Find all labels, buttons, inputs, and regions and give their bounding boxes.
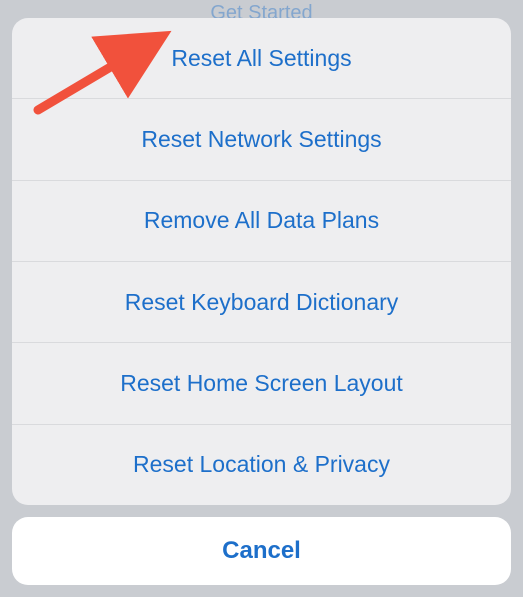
option-label: Reset All Settings [171,45,351,72]
reset-options-list: Reset All Settings Reset Network Setting… [12,18,511,505]
option-reset-all-settings[interactable]: Reset All Settings [12,18,511,99]
option-reset-keyboard-dictionary[interactable]: Reset Keyboard Dictionary [12,262,511,343]
cancel-button[interactable]: Cancel [12,517,511,585]
option-reset-home-screen-layout[interactable]: Reset Home Screen Layout [12,343,511,424]
option-label: Reset Location & Privacy [133,451,390,478]
option-label: Reset Home Screen Layout [120,370,403,397]
cancel-label: Cancel [222,537,301,565]
option-reset-network-settings[interactable]: Reset Network Settings [12,99,511,180]
option-label: Reset Keyboard Dictionary [125,289,399,316]
action-sheet: Reset All Settings Reset Network Setting… [12,18,511,585]
option-label: Remove All Data Plans [144,207,379,234]
option-remove-all-data-plans[interactable]: Remove All Data Plans [12,181,511,262]
option-reset-location-privacy[interactable]: Reset Location & Privacy [12,425,511,505]
option-label: Reset Network Settings [141,126,381,153]
